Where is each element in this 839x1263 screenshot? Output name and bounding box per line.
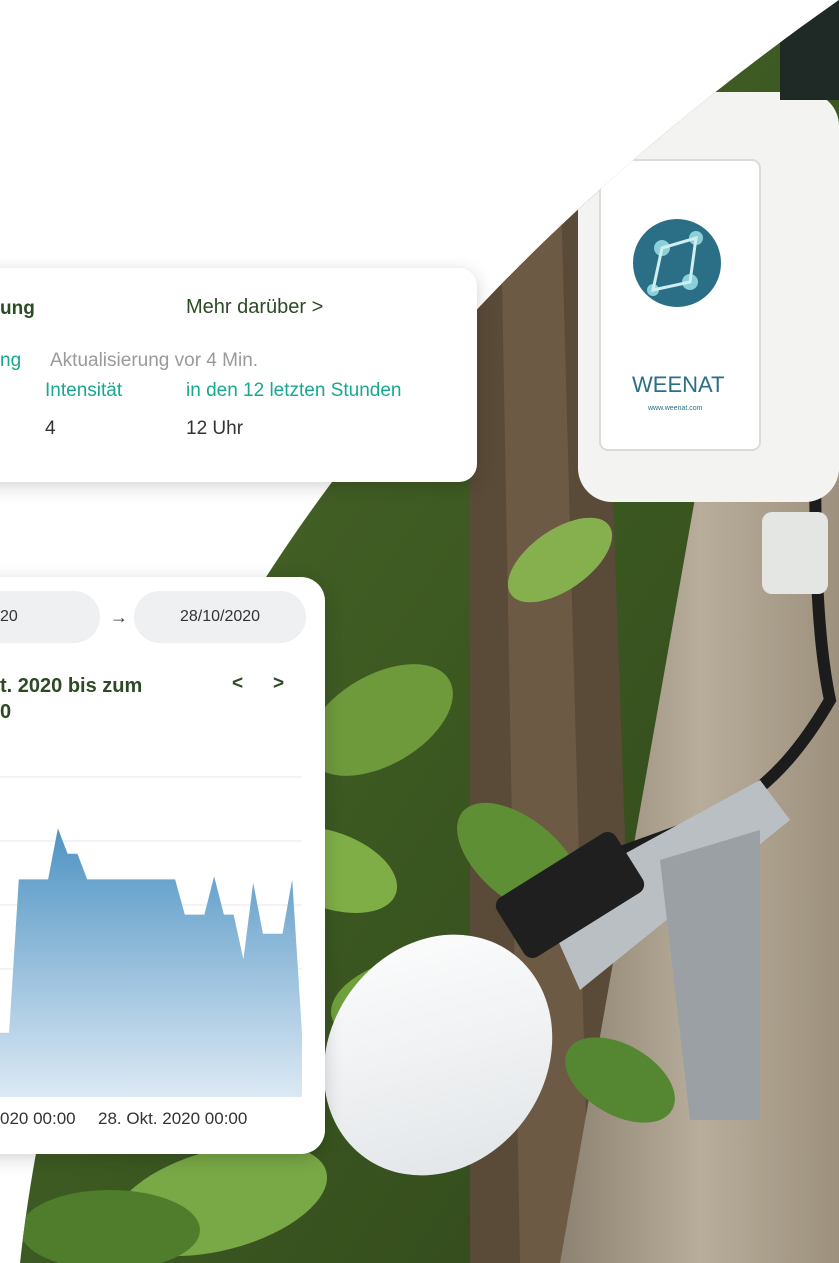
x-tick-label-1: 28. Okt. 2020 00:00 — [98, 1109, 248, 1128]
chart-area — [0, 776, 302, 1097]
date-from-value: 20 — [0, 608, 18, 625]
previous-period-button[interactable]: < — [232, 673, 243, 695]
date-from-field[interactable]: 20 — [0, 591, 100, 643]
x-tick-label-0: 020 00:00 — [0, 1109, 76, 1128]
device-brand: WEENAT — [632, 372, 724, 397]
intensity-header: Intensität — [45, 380, 123, 401]
chart-period-title-line1: t. 2020 bis zum — [0, 675, 143, 697]
date-range-arrow-icon: → — [110, 607, 128, 627]
info-card-title: ung — [0, 298, 35, 319]
series-area — [0, 828, 302, 1097]
period-value: 12 Uhr — [186, 418, 244, 439]
next-period-button[interactable]: > — [273, 673, 284, 695]
chart-period-title: t. 2020 bis zum 0 — [0, 673, 142, 725]
more-link[interactable]: Mehr darüber > — [186, 296, 323, 319]
intensity-value: 4 — [45, 418, 56, 439]
date-to-value: 28/10/2020 — [179, 608, 261, 625]
chart-card: 20 → 28/10/2020 t. 2020 bis zum 0 < > 02… — [0, 577, 325, 1154]
chart-period-title-line2: 0 — [0, 701, 12, 723]
date-to-field[interactable]: 28/10/2020 — [134, 591, 306, 643]
info-row-label: ng — [0, 350, 22, 371]
info-card: ung Mehr darüber > ng Aktualisierung vor… — [0, 268, 477, 482]
device-url: www.weenat.com — [647, 405, 703, 412]
update-status: Aktualisierung vor 4 Min. — [50, 350, 259, 371]
period-header: in den 12 letzten Stunden — [186, 380, 402, 401]
